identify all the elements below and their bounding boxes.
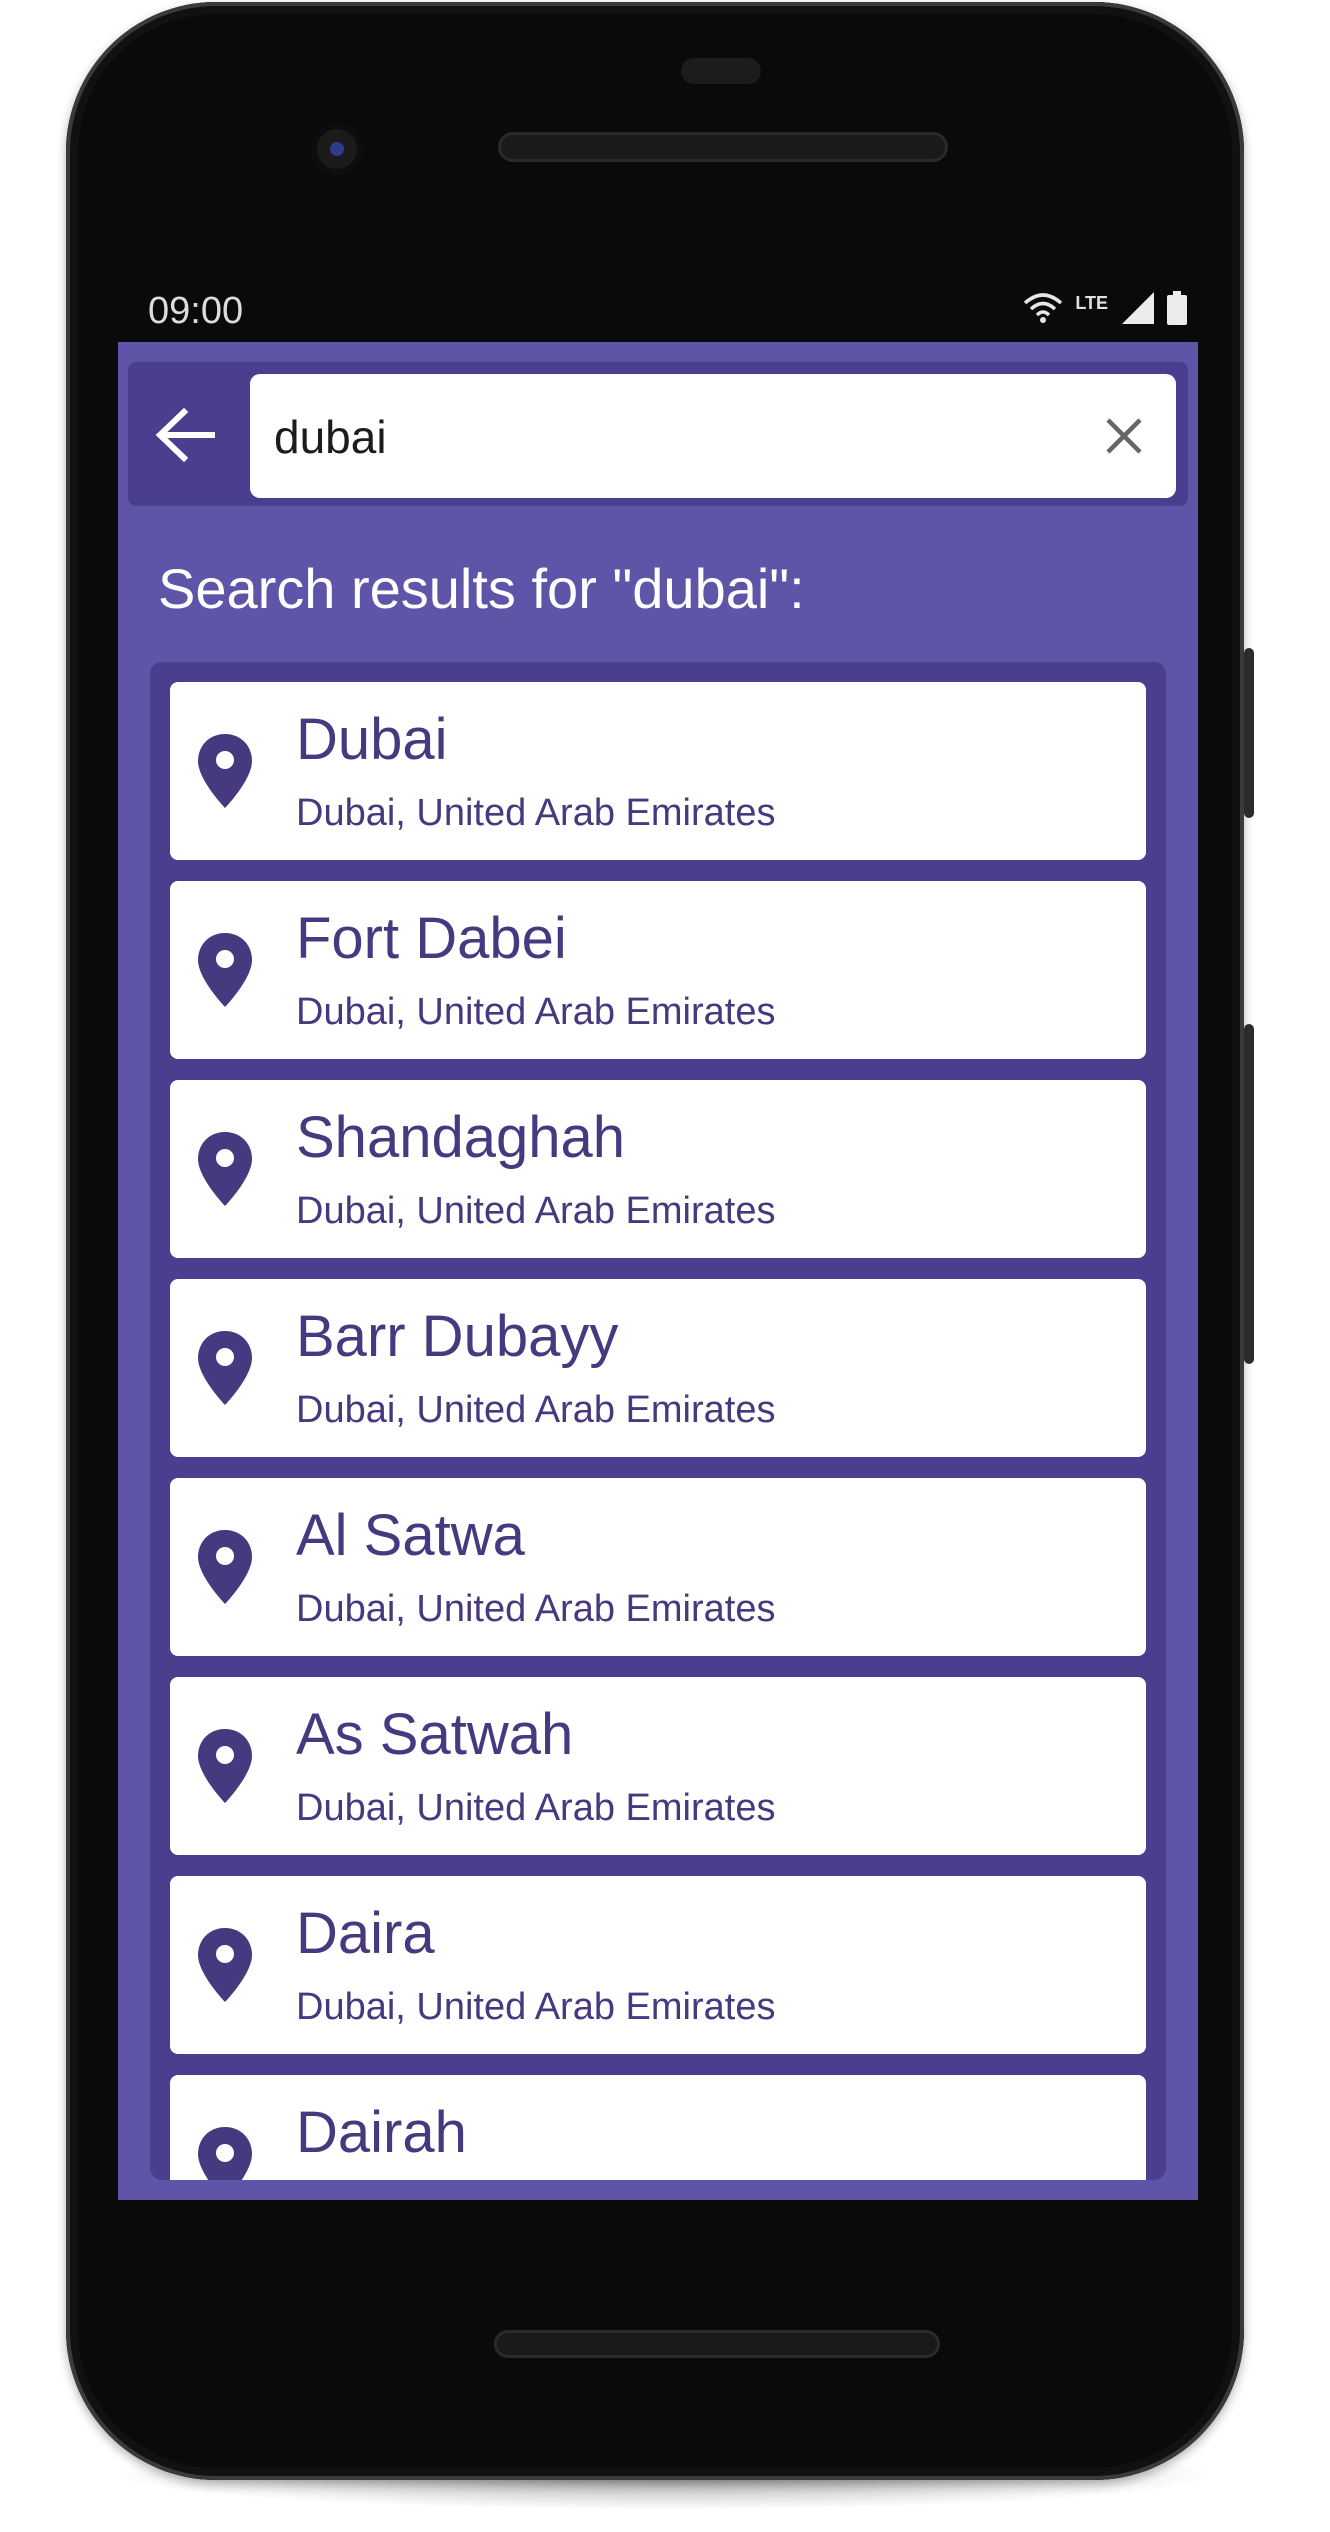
close-icon (1106, 418, 1142, 454)
search-box (250, 374, 1176, 498)
result-name: Fort Dabei (296, 906, 567, 971)
app-screen: Search results for "dubai": Dubai Dubai,… (118, 342, 1198, 2200)
result-name: Al Satwa (296, 1503, 525, 1568)
map-pin-icon (198, 1729, 252, 1803)
bottom-speaker (494, 2330, 940, 2358)
result-item[interactable]: Daira Dubai, United Arab Emirates (170, 1876, 1146, 2054)
map-pin-icon (198, 1331, 252, 1405)
map-pin-icon (198, 1928, 252, 2002)
result-name: Dairah (296, 2100, 467, 2165)
map-pin-icon (198, 2127, 252, 2180)
results-list: Dubai Dubai, United Arab Emirates Fort D… (170, 682, 1146, 2180)
result-item[interactable]: Shandaghah Dubai, United Arab Emirates (170, 1080, 1146, 1258)
result-name: Shandaghah (296, 1105, 625, 1170)
result-item[interactable]: Al Satwa Dubai, United Arab Emirates (170, 1478, 1146, 1656)
result-region: Dubai, United Arab Emirates (296, 1787, 776, 1829)
network-label: LTE (1075, 292, 1108, 313)
results-heading: Search results for "dubai": (158, 557, 805, 620)
result-item[interactable]: Fort Dabei Dubai, United Arab Emirates (170, 881, 1146, 1059)
front-camera (311, 123, 363, 175)
result-region: Dubai, United Arab Emirates (296, 1986, 776, 2028)
result-name: Barr Dubayy (296, 1304, 619, 1369)
top-speaker (498, 132, 948, 162)
map-pin-icon (198, 1530, 252, 1604)
result-region: Dubai, United Arab Emirates (296, 1190, 776, 1232)
result-item[interactable]: Barr Dubayy Dubai, United Arab Emirates (170, 1279, 1146, 1457)
clear-search-button[interactable] (1094, 406, 1154, 466)
arrow-left-icon (155, 408, 215, 462)
result-name: Daira (296, 1901, 435, 1966)
status-time: 09:00 (148, 290, 244, 332)
power-button (1244, 648, 1254, 818)
result-item[interactable]: As Satwah Dubai, United Arab Emirates (170, 1677, 1146, 1855)
result-region: Dubai, United Arab Emirates (296, 1588, 776, 1630)
results-panel: Dubai Dubai, United Arab Emirates Fort D… (150, 662, 1166, 2180)
map-pin-icon (198, 1132, 252, 1206)
status-bar: 09:00 LTE (118, 282, 1198, 342)
result-region: Dubai, United Arab Emirates (296, 991, 776, 1033)
map-pin-icon (198, 734, 252, 808)
status-icons: LTE (1023, 290, 1188, 330)
result-item[interactable]: Dairah (170, 2075, 1146, 2180)
result-region: Dubai, United Arab Emirates (296, 792, 776, 834)
back-button[interactable] (152, 402, 218, 468)
result-name: As Satwah (296, 1702, 574, 1767)
signal-icon (1120, 291, 1154, 329)
result-region: Dubai, United Arab Emirates (296, 1389, 776, 1431)
search-toolbar (128, 362, 1188, 506)
earpiece (681, 58, 761, 84)
volume-button (1244, 1024, 1254, 1364)
battery-icon (1166, 290, 1188, 330)
wifi-icon (1023, 292, 1063, 328)
search-input[interactable] (272, 396, 1056, 478)
result-item[interactable]: Dubai Dubai, United Arab Emirates (170, 682, 1146, 860)
map-pin-icon (198, 933, 252, 1007)
result-name: Dubai (296, 707, 448, 772)
